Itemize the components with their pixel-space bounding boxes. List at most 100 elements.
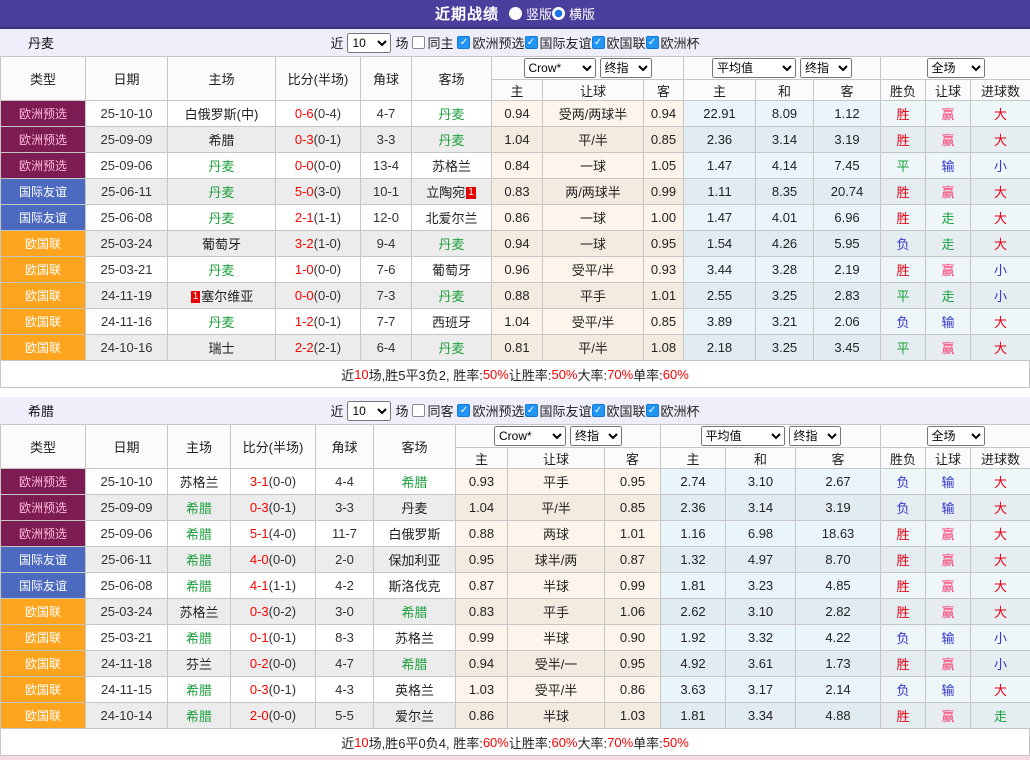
checkbox-checked-icon[interactable]: ✓ (646, 404, 659, 417)
average-select[interactable]: 平均值 (712, 58, 796, 78)
match-row: 欧国联25-03-24苏格兰0-3(0-2)3-0希腊0.83平手1.062.6… (1, 599, 1030, 625)
red-card-badge: 1 (466, 187, 476, 199)
fulltime-select[interactable]: 全场 (927, 58, 985, 78)
checkbox-checked-icon[interactable]: ✓ (592, 36, 605, 49)
competition-filter[interactable]: ✓国际友谊 (525, 33, 592, 52)
crow-home-odds-cell: 1.04 (456, 495, 508, 521)
col-crow-away: 客 (644, 80, 684, 101)
home-team-cell: 芬兰 (168, 651, 231, 677)
checkbox-unchecked-icon[interactable] (412, 404, 425, 417)
competition-filter[interactable]: ✓欧国联 (592, 33, 646, 52)
final-index-select[interactable]: 终指 (600, 58, 652, 78)
same-side-filter[interactable]: 同主 (412, 33, 453, 52)
competition-filter-label: 欧洲预选 (472, 33, 524, 52)
layout-option[interactable]: 竖版 (509, 4, 552, 23)
team-section: 希腊 近 10 场 同客 ✓欧洲预选✓国际友谊✓欧国联✓欧洲杯 类型 日期 主场… (0, 397, 1030, 756)
result-goals-cell: 大 (971, 677, 1030, 703)
home-team-cell: 丹麦 (168, 257, 276, 283)
average-select[interactable]: 平均值 (701, 426, 785, 446)
radio-button-icon[interactable] (552, 7, 565, 20)
same-side-filter[interactable]: 同客 (412, 401, 453, 420)
competition-filter-label: 国际友谊 (540, 401, 592, 420)
checkbox-checked-icon[interactable]: ✓ (457, 36, 470, 49)
bookmaker-select[interactable]: Crow* (494, 426, 566, 446)
crow-handicap-cell: 半球 (508, 703, 605, 729)
crow-home-odds-cell: 0.88 (456, 521, 508, 547)
fulltime-select[interactable]: 全场 (927, 426, 985, 446)
competition-filter-label: 欧洲预选 (472, 401, 524, 420)
result-goals-cell: 大 (971, 309, 1030, 335)
summary-text: 大率: (578, 733, 608, 752)
final-index-select[interactable]: 终指 (800, 58, 852, 78)
score-cell: 5-1(4-0) (231, 521, 316, 547)
avg-away-odds-cell: 2.83 (814, 283, 881, 309)
match-count-select[interactable]: 10 (347, 401, 391, 421)
checkbox-checked-icon[interactable]: ✓ (525, 36, 538, 49)
scope-group: 全场 (881, 425, 1030, 448)
radio-button-icon[interactable] (509, 7, 522, 20)
competition-filter[interactable]: ✓欧洲杯 (646, 401, 700, 420)
near-label: 近 (330, 33, 343, 52)
section-divider (0, 388, 1030, 397)
match-date-cell: 25-06-11 (86, 547, 168, 573)
crow-away-odds-cell: 0.94 (644, 101, 684, 127)
match-row: 欧国联24-10-16瑞士2-2(2-1)6-4丹麦0.81平/半1.082.1… (1, 335, 1030, 361)
result-goals-cell: 小 (971, 283, 1030, 309)
competition-filter[interactable]: ✓欧洲杯 (646, 33, 700, 52)
summary-text: 50% (483, 367, 509, 382)
match-count-select[interactable]: 10 (347, 33, 391, 53)
col-away: 客场 (374, 425, 456, 469)
fulltime-score: 5-0 (295, 184, 314, 199)
avg-away-odds-cell: 3.45 (814, 335, 881, 361)
fulltime-score: 0-3 (295, 132, 314, 147)
avg-home-odds-cell: 3.44 (684, 257, 756, 283)
competition-filter[interactable]: ✓欧洲预选 (457, 33, 524, 52)
layout-option[interactable]: 横版 (552, 4, 595, 23)
halftime-score: (2-1) (314, 340, 341, 355)
avg-draw-odds-cell: 4.26 (756, 231, 814, 257)
halftime-score: (0-0) (269, 552, 296, 567)
col-goals: 进球数 (971, 80, 1030, 101)
crow-away-odds-cell: 0.99 (605, 573, 661, 599)
checkbox-checked-icon[interactable]: ✓ (646, 36, 659, 49)
fulltime-score: 5-1 (250, 526, 269, 541)
team-name-text: 苏格兰 (179, 605, 218, 620)
summary-text: 50% (551, 367, 577, 382)
corner-cell: 3-3 (316, 495, 374, 521)
result-goals-cell: 大 (971, 127, 1030, 153)
avg-home-odds-cell: 3.89 (684, 309, 756, 335)
result-handicap-cell: 赢 (926, 651, 971, 677)
match-date-cell: 25-03-21 (86, 257, 168, 283)
match-type-cell: 国际友谊 (1, 179, 86, 205)
avg-away-odds-cell: 20.74 (814, 179, 881, 205)
final-index-select[interactable]: 终指 (570, 426, 622, 446)
checkbox-checked-icon[interactable]: ✓ (525, 404, 538, 417)
summary-text: 60% (551, 735, 577, 750)
final-index-select[interactable]: 终指 (789, 426, 841, 446)
halftime-score: (4-0) (269, 526, 296, 541)
score-cell: 0-3(0-1) (276, 127, 361, 153)
competition-filter[interactable]: ✓国际友谊 (525, 401, 592, 420)
team-name-text: 葡萄牙 (202, 237, 241, 252)
crow-home-odds-cell: 0.94 (492, 231, 543, 257)
checkbox-checked-icon[interactable]: ✓ (592, 404, 605, 417)
match-type-cell: 欧洲预选 (1, 521, 86, 547)
result-wdl-cell: 平 (881, 153, 926, 179)
crow-handicap-cell: 受平/半 (508, 677, 605, 703)
bookmaker-select[interactable]: Crow* (524, 58, 596, 78)
match-type-cell: 欧国联 (1, 677, 86, 703)
checkbox-checked-icon[interactable]: ✓ (457, 404, 470, 417)
match-row: 国际友谊25-06-11丹麦5-0(3-0)10-1立陶宛10.83两/两球半0… (1, 179, 1030, 205)
avg-away-odds-cell: 7.45 (814, 153, 881, 179)
crow-handicap-cell: 一球 (543, 231, 644, 257)
score-cell: 5-0(3-0) (276, 179, 361, 205)
avg-home-odds-cell: 2.36 (684, 127, 756, 153)
checkbox-unchecked-icon[interactable] (412, 36, 425, 49)
avg-home-odds-cell: 1.81 (661, 573, 726, 599)
col-avg-home: 主 (661, 448, 726, 469)
competition-filter[interactable]: ✓欧国联 (592, 401, 646, 420)
halftime-score: (0-0) (269, 708, 296, 723)
competition-filter-label: 欧洲杯 (661, 33, 700, 52)
away-team-cell: 西班牙 (412, 309, 492, 335)
competition-filter[interactable]: ✓欧洲预选 (457, 401, 524, 420)
